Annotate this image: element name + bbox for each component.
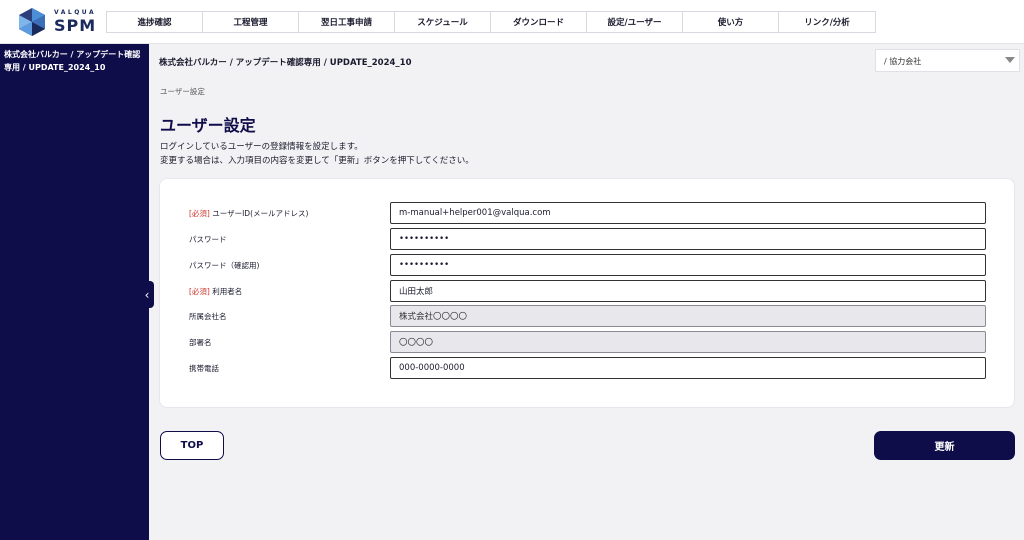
user-name-label: [必須] 利用者名 xyxy=(189,286,242,297)
nav-next-day-request[interactable]: 翌日工事申請 xyxy=(299,12,395,32)
user-name-input[interactable] xyxy=(390,280,986,302)
nav-link-analysis[interactable]: リンク/分析 xyxy=(779,12,875,32)
password-input[interactable] xyxy=(390,228,986,250)
company-name-label: 所属会社名 xyxy=(189,312,227,321)
top-button[interactable]: TOP xyxy=(160,431,224,460)
sidebar-project-title: 株式会社バルカー / アップデート確認専用 / UPDATE_2024_10 xyxy=(4,50,141,72)
company-select[interactable]: / 協力会社 xyxy=(875,49,1020,72)
mobile-phone-input[interactable] xyxy=(390,357,986,379)
description-line-1: ログインしているユーザーの登録情報を設定します。 xyxy=(160,142,363,152)
sidebar: 株式会社バルカー / アップデート確認専用 / UPDATE_2024_10 xyxy=(0,44,149,540)
header: VALQUA SPM 進捗確認 工程管理 翌日工事申請 スケジュール ダウンロー… xyxy=(0,0,1024,44)
company-select-value: / 協力会社 xyxy=(884,57,922,66)
valqua-logo-icon xyxy=(19,8,45,36)
description-line-2: 変更する場合は、入力項目の内容を変更して「更新」ボタンを押下してください。 xyxy=(160,156,474,166)
user-name-label-text: 利用者名 xyxy=(212,287,243,296)
nav-process[interactable]: 工程管理 xyxy=(203,12,299,32)
page-title: ユーザー設定 xyxy=(160,116,256,135)
nav-progress[interactable]: 進捗確認 xyxy=(107,12,203,32)
user-id-label: [必須] ユーザーID(メールアドレス) xyxy=(189,208,308,219)
brand-big-text: SPM xyxy=(54,16,97,35)
main-nav: 進捗確認 工程管理 翌日工事申請 スケジュール ダウンロード 設定/ユーザー 使… xyxy=(106,11,876,33)
required-tag: [必須] xyxy=(189,287,210,296)
brand-logo[interactable]: VALQUA SPM xyxy=(18,7,98,37)
brand-small-text: VALQUA xyxy=(54,9,97,16)
company-name-field xyxy=(390,305,986,327)
nav-how-to[interactable]: 使い方 xyxy=(683,12,779,32)
chevron-left-icon: ‹ xyxy=(144,287,150,302)
mobile-phone-label: 携帯電話 xyxy=(189,364,219,373)
project-breadcrumb: 株式会社バルカー / アップデート確認専用 / UPDATE_2024_10 xyxy=(159,58,412,68)
password-label: パスワード xyxy=(189,235,227,244)
breadcrumb: ユーザー設定 xyxy=(160,87,205,96)
user-id-input[interactable] xyxy=(390,202,986,224)
required-tag: [必須] xyxy=(189,209,210,218)
nav-settings-user[interactable]: 設定/ユーザー xyxy=(587,12,683,32)
update-button[interactable]: 更新 xyxy=(874,431,1015,460)
sidebar-collapse-button[interactable]: ‹ xyxy=(140,281,154,308)
nav-schedule[interactable]: スケジュール xyxy=(395,12,491,32)
department-label: 部署名 xyxy=(189,338,212,347)
nav-download[interactable]: ダウンロード xyxy=(491,12,587,32)
caret-down-icon xyxy=(1005,57,1015,63)
password-confirm-label: パスワード（確認用) xyxy=(189,261,260,270)
department-field xyxy=(390,331,986,353)
password-confirm-input[interactable] xyxy=(390,254,986,276)
user-id-label-text: ユーザーID(メールアドレス) xyxy=(212,209,309,218)
